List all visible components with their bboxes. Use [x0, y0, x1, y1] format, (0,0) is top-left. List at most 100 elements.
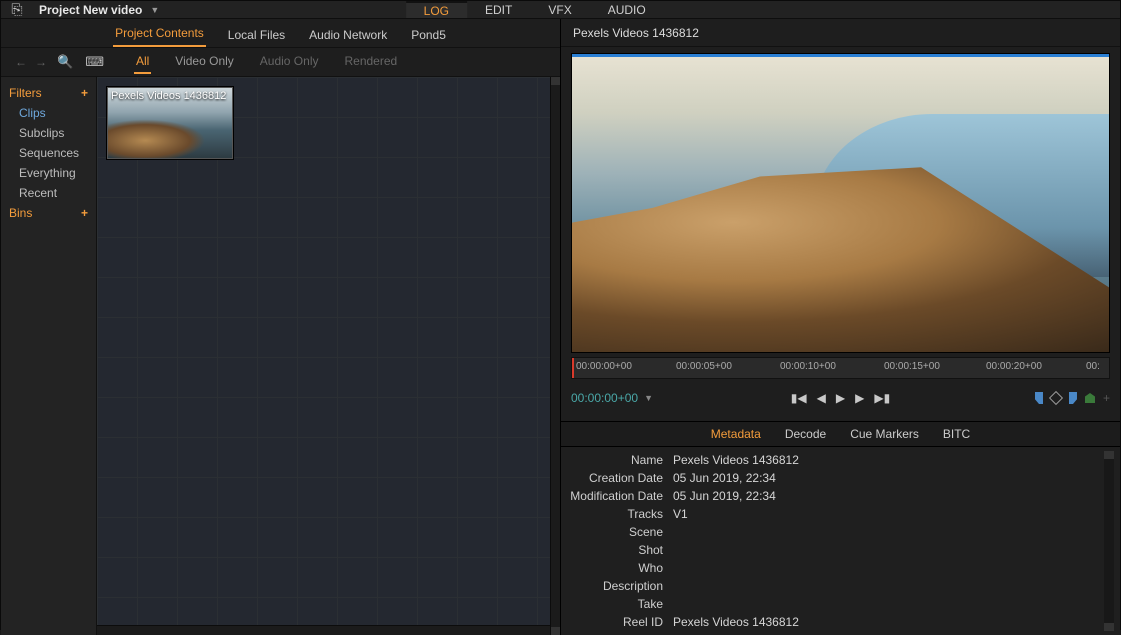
metadata-label: Take: [565, 597, 673, 611]
metadata-label: Scene: [565, 525, 673, 539]
clip-thumbnail-label: Pexels Videos 1436812: [111, 90, 229, 102]
nav-back-icon[interactable]: ←: [11, 55, 31, 69]
metadata-tabs: Metadata Decode Cue Markers BITC: [561, 421, 1120, 447]
viewer-progress-bar[interactable]: [572, 54, 1109, 57]
step-forward-icon[interactable]: ▶: [855, 391, 864, 405]
metadata-row: NamePexels Videos 1436812: [565, 451, 1098, 469]
add-button-icon[interactable]: +: [1103, 391, 1110, 405]
keyboard-icon[interactable]: ⌨: [79, 54, 110, 70]
metadata-label: Modification Date: [565, 489, 673, 503]
media-panel: Project Contents Local Files Audio Netwo…: [1, 19, 561, 635]
metadata-row: Shot: [565, 541, 1098, 559]
metadata-label: Tracks: [565, 507, 673, 521]
nav-forward-icon[interactable]: →: [31, 55, 51, 69]
timeline-ruler[interactable]: 00:00:00+00 00:00:05+00 00:00:10+00 00:0…: [571, 357, 1110, 379]
metadata-row: Creation Date05 Jun 2019, 22:34: [565, 469, 1098, 487]
titlebar: ⎘ Project New video ▼ LOG EDIT VFX AUDIO: [1, 1, 1120, 19]
meta-tab-cue-markers[interactable]: Cue Markers: [850, 427, 919, 441]
search-icon[interactable]: 🔍: [51, 54, 79, 70]
filter-tab-all[interactable]: All: [134, 50, 151, 74]
metadata-row: Take: [565, 595, 1098, 613]
timeline-tick: 00:00:15+00: [884, 361, 940, 372]
media-scrollbar-vertical[interactable]: [550, 77, 560, 635]
media-grid[interactable]: Pexels Videos 1436812: [97, 77, 560, 635]
metadata-label: Name: [565, 453, 673, 467]
tab-log[interactable]: LOG: [406, 1, 467, 18]
metadata-row: Description: [565, 577, 1098, 595]
viewer-panel: Pexels Videos 1436812 00:00:00+00 00:00:…: [561, 19, 1120, 635]
metadata-value[interactable]: Pexels Videos 1436812: [673, 615, 799, 629]
scroll-up-icon[interactable]: [1104, 451, 1114, 459]
metadata-row: Modification Date05 Jun 2019, 22:34: [565, 487, 1098, 505]
meta-tab-metadata[interactable]: Metadata: [711, 427, 761, 441]
metadata-label: Who: [565, 561, 673, 575]
sidebar-item-sequences[interactable]: Sequences: [1, 143, 96, 163]
play-icon[interactable]: ▶: [836, 391, 845, 405]
tab-audio[interactable]: AUDIO: [590, 1, 664, 18]
source-tabs: Project Contents Local Files Audio Netwo…: [1, 19, 560, 47]
filter-tab-audio-only[interactable]: Audio Only: [258, 50, 321, 74]
timecode-caret-icon[interactable]: ▼: [638, 393, 653, 403]
scroll-down-icon[interactable]: [551, 627, 560, 635]
viewer[interactable]: [571, 53, 1110, 353]
metadata-row: Scene: [565, 523, 1098, 541]
sidebar-item-recent[interactable]: Recent: [1, 183, 96, 203]
sidebar-filters-label: Filters: [9, 86, 42, 100]
sidebar: Filters + Clips Subclips Sequences Every…: [1, 77, 97, 635]
timeline-tick: 00:00:20+00: [986, 361, 1042, 372]
viewer-title: Pexels Videos 1436812: [561, 19, 1120, 47]
clear-marks-icon[interactable]: [1049, 391, 1063, 405]
source-tab-audio-network[interactable]: Audio Network: [307, 23, 389, 47]
playhead-marker[interactable]: [572, 358, 574, 378]
metadata-label: Shot: [565, 543, 673, 557]
metadata-row: TracksV1: [565, 505, 1098, 523]
home-icon[interactable]: ⎘: [1, 1, 33, 18]
sidebar-item-subclips[interactable]: Subclips: [1, 123, 96, 143]
transport-bar: 00:00:00+00 ▼ ▮◀ ◀ ▶ ▶ ▶▮ +: [571, 383, 1110, 413]
sidebar-item-everything[interactable]: Everything: [1, 163, 96, 183]
timeline-tick: 00:00:10+00: [780, 361, 836, 372]
metadata-label: Description: [565, 579, 673, 593]
meta-tab-bitc[interactable]: BITC: [943, 427, 970, 441]
timeline-tick: 00:: [1086, 361, 1100, 372]
mark-in-icon[interactable]: [1035, 392, 1043, 404]
metadata-value[interactable]: V1: [673, 507, 688, 521]
clip-thumbnail[interactable]: Pexels Videos 1436812: [107, 87, 233, 159]
source-tab-pond5[interactable]: Pond5: [409, 23, 448, 47]
go-to-end-icon[interactable]: ▶▮: [874, 391, 890, 405]
metadata-scrollbar[interactable]: [1104, 451, 1114, 631]
add-filter-icon[interactable]: +: [81, 86, 88, 100]
tab-vfx[interactable]: VFX: [530, 1, 589, 18]
sidebar-bins-label: Bins: [9, 206, 32, 220]
timecode-display[interactable]: 00:00:00+00: [571, 391, 638, 405]
sidebar-bins-header: Bins +: [1, 203, 96, 223]
metadata-value[interactable]: 05 Jun 2019, 22:34: [673, 471, 776, 485]
filter-toolbar: ← → 🔍 ⌨ All Video Only Audio Only Render…: [1, 47, 560, 77]
sidebar-filters-header: Filters +: [1, 83, 96, 103]
step-back-icon[interactable]: ◀: [817, 391, 826, 405]
source-tab-project-contents[interactable]: Project Contents: [113, 21, 206, 47]
project-dropdown-caret[interactable]: ▼: [142, 5, 167, 15]
filter-tab-rendered[interactable]: Rendered: [342, 50, 399, 74]
timeline-tick: 00:00:05+00: [676, 361, 732, 372]
add-marker-icon[interactable]: [1085, 393, 1095, 403]
project-title[interactable]: Project New video: [33, 3, 142, 17]
metadata-row: Who: [565, 559, 1098, 577]
scroll-up-icon[interactable]: [551, 77, 560, 85]
go-to-start-icon[interactable]: ▮◀: [791, 391, 807, 405]
meta-tab-decode[interactable]: Decode: [785, 427, 826, 441]
mark-out-icon[interactable]: [1069, 392, 1077, 404]
tab-edit[interactable]: EDIT: [467, 1, 530, 18]
source-tab-local-files[interactable]: Local Files: [226, 23, 287, 47]
metadata-row: Reel IDPexels Videos 1436812: [565, 613, 1098, 631]
metadata-body: NamePexels Videos 1436812Creation Date05…: [561, 447, 1120, 635]
media-scrollbar-horizontal[interactable]: [97, 625, 550, 635]
add-bin-icon[interactable]: +: [81, 206, 88, 220]
filter-tab-video-only[interactable]: Video Only: [173, 50, 235, 74]
metadata-label: Reel ID: [565, 615, 673, 629]
mode-tabs: LOG EDIT VFX AUDIO: [406, 1, 664, 18]
metadata-label: Creation Date: [565, 471, 673, 485]
metadata-value[interactable]: 05 Jun 2019, 22:34: [673, 489, 776, 503]
sidebar-item-clips[interactable]: Clips: [1, 103, 96, 123]
metadata-value[interactable]: Pexels Videos 1436812: [673, 453, 799, 467]
